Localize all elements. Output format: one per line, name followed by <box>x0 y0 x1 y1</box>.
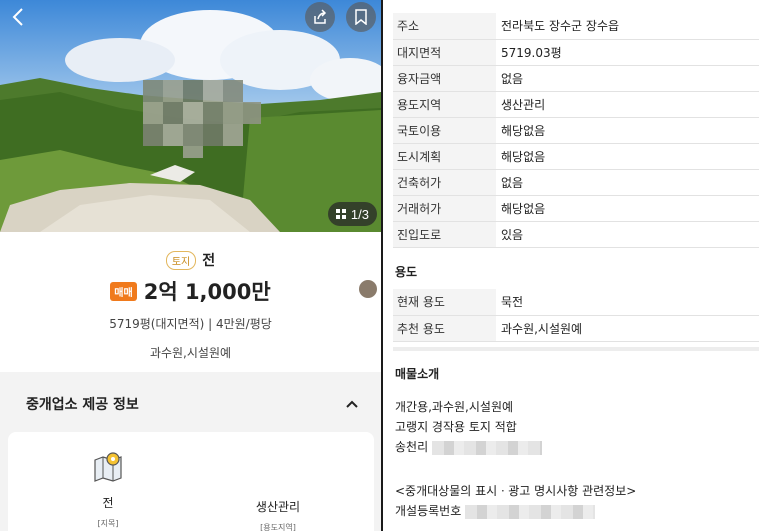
notice-block: <중개대상물의 표시ㆍ광고 명시사항 관련정보> 개설등록번호 <box>395 481 636 521</box>
detail-value: 생산관리 <box>496 91 759 118</box>
registration-line: 개설등록번호 <box>395 501 636 521</box>
intro-line-3: 송천리 <box>395 437 542 457</box>
detail-value: 해당없음 <box>496 117 759 144</box>
gallery-icon <box>335 209 346 219</box>
intro-line-2: 고랭지 경작용 토지 적합 <box>395 420 517 434</box>
price: 2억 1,000만 <box>143 280 271 304</box>
screen: 1/3 토지 전 매매 2억 1,000만 5719평(대지면적) | 4만원/… <box>0 0 779 531</box>
detail-value: 해당없음 <box>496 195 759 222</box>
detail-label: 용도지역 <box>393 91 496 118</box>
category-value: 전 <box>202 253 216 269</box>
detail-row: 대지면적 5719.03평 <box>393 39 759 66</box>
landscape-photo <box>0 0 381 232</box>
agency-header[interactable]: 중개업소 제공 정보 <box>0 372 381 436</box>
zoning-label: [용도지역] <box>260 523 296 531</box>
detail-row: 진입도로 있음 <box>393 221 759 248</box>
usage-row: 현재 용도 묵전 <box>393 289 759 316</box>
usage-label: 추천 용도 <box>393 315 496 342</box>
sale-badge: 매매 <box>110 281 137 301</box>
chevron-up-icon[interactable] <box>345 399 359 409</box>
agency-title: 중개업소 제공 정보 <box>26 397 139 413</box>
detail-value: 전라북도 장수군 장수읍 <box>496 13 759 40</box>
photo-counter-text: 1/3 <box>350 206 369 222</box>
agency-section: 중개업소 제공 정보 전 [지목] 생산관리 [용도지역] <box>0 372 381 531</box>
usage-table: 현재 용도 묵전 추천 용도 과수원,시설원예 <box>393 289 759 342</box>
intro-title: 매물소개 <box>395 367 440 381</box>
detail-row: 용도지역 생산관리 <box>393 91 759 118</box>
detail-label: 거래허가 <box>393 195 496 222</box>
detail-label: 도시계획 <box>393 143 496 170</box>
redacted-registration <box>465 504 596 519</box>
usage-value: 과수원,시설원예 <box>496 315 759 342</box>
detail-row: 주소 전라북도 장수군 장수읍 <box>393 13 759 40</box>
detail-label: 건축허가 <box>393 169 496 196</box>
detail-row: 거래허가 해당없음 <box>393 195 759 222</box>
intro-text: 개간용,과수원,시설원예 고랭지 경작용 토지 적합 송천리 <box>395 397 542 457</box>
agency-info-card: 전 [지목] 생산관리 [용도지역] <box>8 432 374 531</box>
map-pin-icon <box>94 452 122 482</box>
detail-value: 해당없음 <box>496 143 759 170</box>
usage-row: 추천 용도 과수원,시설원예 <box>393 315 759 342</box>
detail-label: 주소 <box>393 13 496 40</box>
detail-value: 없음 <box>496 169 759 196</box>
listing-summary: 토지 전 매매 2억 1,000만 5719평(대지면적) | 4만원/평당 과… <box>0 232 381 370</box>
detail-label: 진입도로 <box>393 221 496 248</box>
usage-value: 묵전 <box>496 289 759 316</box>
notice-text: <중개대상물의 표시ㆍ광고 명시사항 관련정보> <box>395 484 637 498</box>
detail-row: 융자금액 없음 <box>393 65 759 92</box>
zoning-value: 생산관리 <box>255 500 301 514</box>
back-arrow-icon[interactable] <box>8 6 30 28</box>
area-info: 5719평(대지면적) | 4만원/평당 <box>109 317 272 331</box>
recommended-use: 과수원,시설원예 <box>149 346 232 360</box>
land-category-label: [지목] <box>97 519 119 528</box>
bookmark-icon <box>355 9 367 25</box>
bookmark-button[interactable] <box>346 2 376 32</box>
price-row: 매매 2억 1,000만 <box>0 276 381 306</box>
listing-photo[interactable]: 1/3 <box>0 0 381 232</box>
details-table: 주소 전라북도 장수군 장수읍 대지면적 5719.03평 융자금액 없음 용도지역 생산관리… <box>393 13 759 248</box>
photo-counter[interactable]: 1/3 <box>327 202 377 226</box>
usage-title: 용도 <box>395 265 418 279</box>
detail-label: 국토이용 <box>393 117 496 144</box>
zoning-item: 생산관리 [용도지역] <box>198 432 358 531</box>
registration-label: 개설등록번호 <box>395 504 462 518</box>
detail-value: 5719.03평 <box>496 39 759 66</box>
section-divider <box>393 347 759 351</box>
details-panel: 주소 전라북도 장수군 장수읍 대지면적 5719.03평 융자금액 없음 용도지역 생산관리… <box>383 0 779 531</box>
land-category-value: 전 <box>102 496 114 510</box>
detail-label: 융자금액 <box>393 65 496 92</box>
intro-line-3-prefix: 송천리 <box>395 440 429 454</box>
detail-label: 대지면적 <box>393 39 496 66</box>
listing-panel: 1/3 토지 전 매매 2억 1,000만 5719평(대지면적) | 4만원/… <box>0 0 381 531</box>
detail-row: 도시계획 해당없음 <box>393 143 759 170</box>
share-button[interactable] <box>305 2 335 32</box>
usage-label: 현재 용도 <box>393 289 496 316</box>
share-icon <box>314 9 327 24</box>
detail-value: 있음 <box>496 221 759 248</box>
redacted-address <box>431 440 542 455</box>
compass-icon[interactable] <box>359 280 377 298</box>
land-category-item: 전 [지목] <box>28 432 188 529</box>
detail-row: 국토이용 해당없음 <box>393 117 759 144</box>
detail-value: 없음 <box>496 65 759 92</box>
category-tag: 토지 <box>165 250 197 270</box>
property-type: 토지 전 <box>0 232 381 270</box>
detail-row: 건축허가 없음 <box>393 169 759 196</box>
intro-line-1: 개간용,과수원,시설원예 <box>395 400 514 414</box>
